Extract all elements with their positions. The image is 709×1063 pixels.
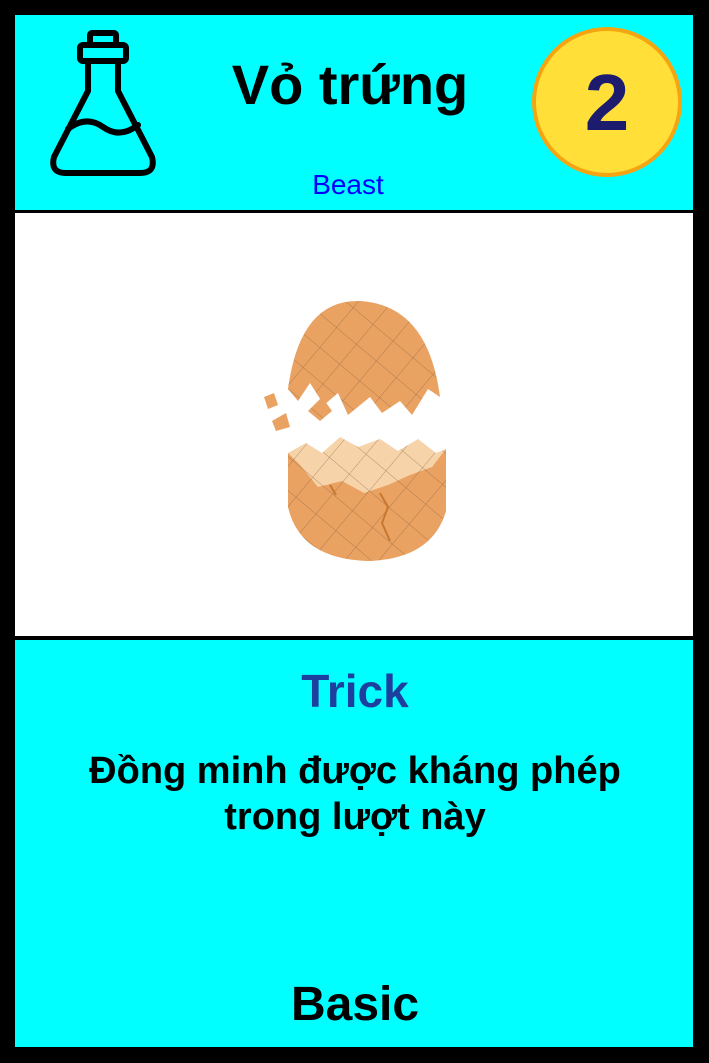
card-art: [15, 213, 693, 636]
game-card[interactable]: Vỏ trứng Beast 2 Trick Đồng minh được kh…: [0, 0, 709, 1063]
card-header: Vỏ trứng Beast 2: [15, 15, 693, 210]
card-subtype: Beast: [312, 169, 384, 200]
cracked-egg-illustration: [264, 300, 446, 561]
card-effect-text: Đồng minh được kháng phép trong lượt này: [89, 750, 621, 838]
card-body: Trick Đồng minh được kháng phép trong lư…: [15, 640, 693, 1047]
card-rarity: Basic: [290, 978, 420, 1031]
cost-badge: 2: [532, 27, 682, 177]
card-type-label: Trick: [301, 665, 409, 717]
